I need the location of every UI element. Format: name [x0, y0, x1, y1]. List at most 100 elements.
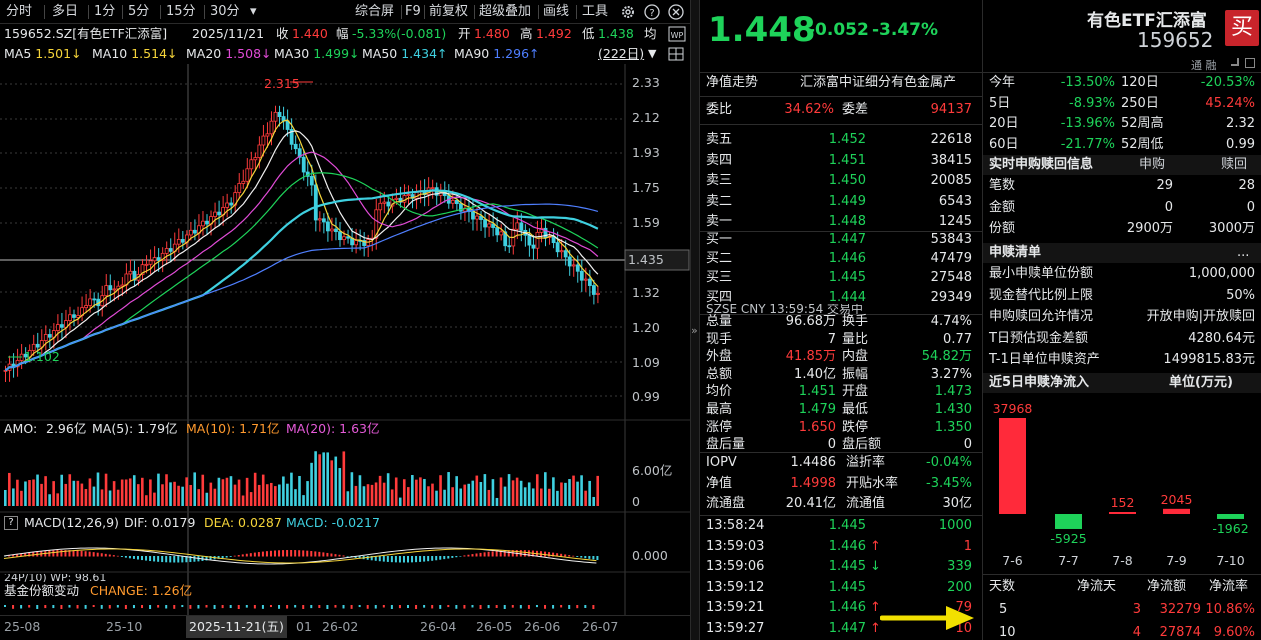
y-tick: 2.33 [632, 75, 660, 90]
question-icon[interactable]: ? [644, 4, 660, 24]
arrow-annotation [880, 606, 974, 630]
order-ratio-row: 委比 34.62% 委差 94137 [706, 102, 972, 117]
redeem-row: 金额 0 0 [989, 199, 1255, 215]
fund-info-pane: 有色ETF汇添富 159652 买 通 融 今年 -13.50% 120日 -20.5… [982, 0, 1261, 640]
kline-pane: 分时 多日 1分 5分 15分 30分 ▾ 综合屏 F9 前复权 超级叠加 画线… [0, 0, 690, 640]
adjust-button[interactable]: 前复权 [429, 3, 468, 21]
help-icon[interactable]: ? [4, 516, 18, 530]
high-mark: 2.315 [264, 76, 300, 91]
tick-row: 13:59:12 1.445 200 [706, 579, 972, 595]
svg-text:?: ? [649, 8, 654, 19]
svg-text:WP: WP [671, 31, 684, 40]
period-tab-timeshare[interactable]: 分时 [6, 3, 32, 21]
period-tab-5min[interactable]: 5分 [128, 3, 149, 21]
security-code: 159652.SZ[有色ETF汇添富] [4, 26, 168, 41]
flow-bar-chart: 37968 7-6 -5925 7-7 152 7-8 2045 7-9 -1962 7-10 [993, 401, 1249, 568]
period-tab-1min[interactable]: 1分 [94, 3, 115, 21]
chevron-right-icon[interactable]: » [691, 324, 698, 337]
redeem-row: 笔数 29 28 [989, 178, 1255, 193]
period-tab-30min[interactable]: 30分 [210, 3, 240, 21]
list-row: T日预估现金差额 4280.64元 [989, 330, 1255, 346]
price-change-pct: -3.47% [872, 20, 939, 40]
tick-row: 13:58:24 1.445 1000 [706, 518, 972, 533]
flow-table-header: 天数 净流天 净流额 净流率 [989, 579, 1249, 594]
flow-category-label: 7-10 [1216, 553, 1244, 568]
flow-bar [1055, 514, 1082, 529]
close-icon[interactable] [668, 4, 684, 24]
period-tab-15min[interactable]: 15分 [166, 3, 196, 21]
perf-row: 20日 -13.96% 52周高 2.32 [989, 116, 1255, 131]
float-icon[interactable] [1245, 58, 1255, 68]
gear-icon[interactable] [620, 4, 636, 24]
expand-icon[interactable] [1231, 58, 1239, 66]
perf-row: 60日 -21.77% 52周低 0.99 [989, 136, 1255, 152]
open-value: 1.480 [474, 26, 510, 41]
iopv-row: 净值 1.4998 开贴水率 -3.45% [706, 475, 972, 491]
flow-category-label: 7-7 [1058, 553, 1078, 568]
range-button[interactable]: (222日) [598, 44, 644, 64]
flow-bar-label: 2045 [1161, 492, 1193, 507]
flow-bar [999, 418, 1026, 514]
ask-row: 卖五 1.452 22618 [706, 132, 972, 147]
flow-section-header: 近5日申赎净流入 单位(万元) [983, 373, 1261, 393]
close-value: 1.440 [292, 26, 328, 41]
flow-category-label: 7-6 [1002, 553, 1022, 568]
redeem-row: 份额 2900万 3000万 [989, 221, 1255, 236]
current-price-tag: 1.435 [628, 252, 664, 267]
list-section-header: 申赎清单 ... [983, 243, 1261, 263]
tools-button[interactable]: 工具 [582, 3, 608, 21]
chart-toolbar: 分时 多日 1分 5分 15分 30分 ▾ 综合屏 F9 前复权 超级叠加 画线… [0, 0, 690, 24]
perf-row: 今年 -13.50% 120日 -20.53% [989, 75, 1255, 90]
flow-bar [1217, 514, 1244, 519]
order-book-pane: 1.448 -0.052 -3.47% 净值走势 汇添富中证细分有色金属产 委比… [700, 0, 982, 640]
ask-row: 卖四 1.451 38415 [706, 152, 972, 168]
high-value: 1.492 [536, 26, 572, 41]
y-tick: 1.59 [632, 215, 660, 230]
perf-row: 5日 -8.93% 250日 45.24% [989, 95, 1255, 111]
flow-bar-label: -5925 [1050, 531, 1086, 546]
more-button[interactable]: ... [1237, 243, 1249, 263]
kline-chart[interactable] [0, 64, 690, 615]
flow-bar-label: 37968 [993, 401, 1033, 416]
period-tab-multiday[interactable]: 多日 [52, 3, 78, 21]
price-change: -0.052 [808, 20, 869, 40]
bid-row: 买三 1.445 27548 [706, 270, 972, 286]
flow-table-row: 10 4 27874 9.60% [999, 625, 1255, 640]
flow-bar-label: 152 [1111, 495, 1135, 510]
quote-date: 2025/11/21 [192, 26, 265, 41]
triangle-down-icon[interactable]: ▼ [648, 44, 656, 64]
list-row: 现金替代比例上限 50% [989, 287, 1255, 303]
bid-row: 买一 1.447 53843 [706, 232, 972, 247]
list-row: 最小申赎单位份额 1,000,000 [989, 266, 1255, 281]
y-tick: 1.20 [632, 320, 660, 335]
y-tick: 1.32 [632, 285, 660, 300]
list-row: T-1日单位申赎资产 1499815.83元 [989, 352, 1255, 367]
flow-category-label: 7-8 [1112, 553, 1132, 568]
ask-row: 卖三 1.450 20085 [706, 173, 972, 188]
low-value: 1.438 [598, 26, 634, 41]
flow-table-row: 5 3 32279 10.86% [999, 602, 1255, 617]
collapse-strip[interactable]: » [690, 0, 700, 640]
f9-button[interactable]: F9 [405, 3, 421, 21]
more-periods-dropdown[interactable]: ▾ [250, 3, 257, 21]
low-mark: 1.102 [24, 349, 60, 364]
combo-screen-button[interactable]: 综合屏 [355, 3, 394, 21]
y-tick: 1.93 [632, 145, 660, 160]
tick-row: 13:59:03 1.446 ↑ 1 [706, 538, 972, 554]
flow-bar-label: -1962 [1212, 521, 1248, 536]
y-tick: 0.99 [632, 389, 660, 404]
quote-line: 159652.SZ[有色ETF汇添富] 2025/11/21 收 1.440 幅… [0, 24, 690, 44]
y-tick: 1.75 [632, 180, 660, 195]
nav-row[interactable]: 净值走势 汇添富中证细分有色金属产 [700, 73, 982, 93]
fund-code: 159652 [1137, 28, 1214, 52]
change-value: -5.33%(-0.081) [352, 26, 447, 41]
y-tick: 1.09 [632, 355, 660, 370]
flow-category-label: 7-9 [1166, 553, 1186, 568]
draw-button[interactable]: 画线 [543, 3, 569, 21]
y-tick: 2.12 [632, 110, 660, 125]
x-axis: 25-08 25-10 2025-11-21(五) 01 26-02 26-04… [0, 615, 690, 640]
flow-bar [1109, 512, 1136, 514]
crosshair-date: 2025-11-21(五) [186, 616, 287, 638]
overlay-button[interactable]: 超级叠加 [479, 3, 531, 21]
buy-button[interactable]: 买 [1225, 10, 1259, 46]
